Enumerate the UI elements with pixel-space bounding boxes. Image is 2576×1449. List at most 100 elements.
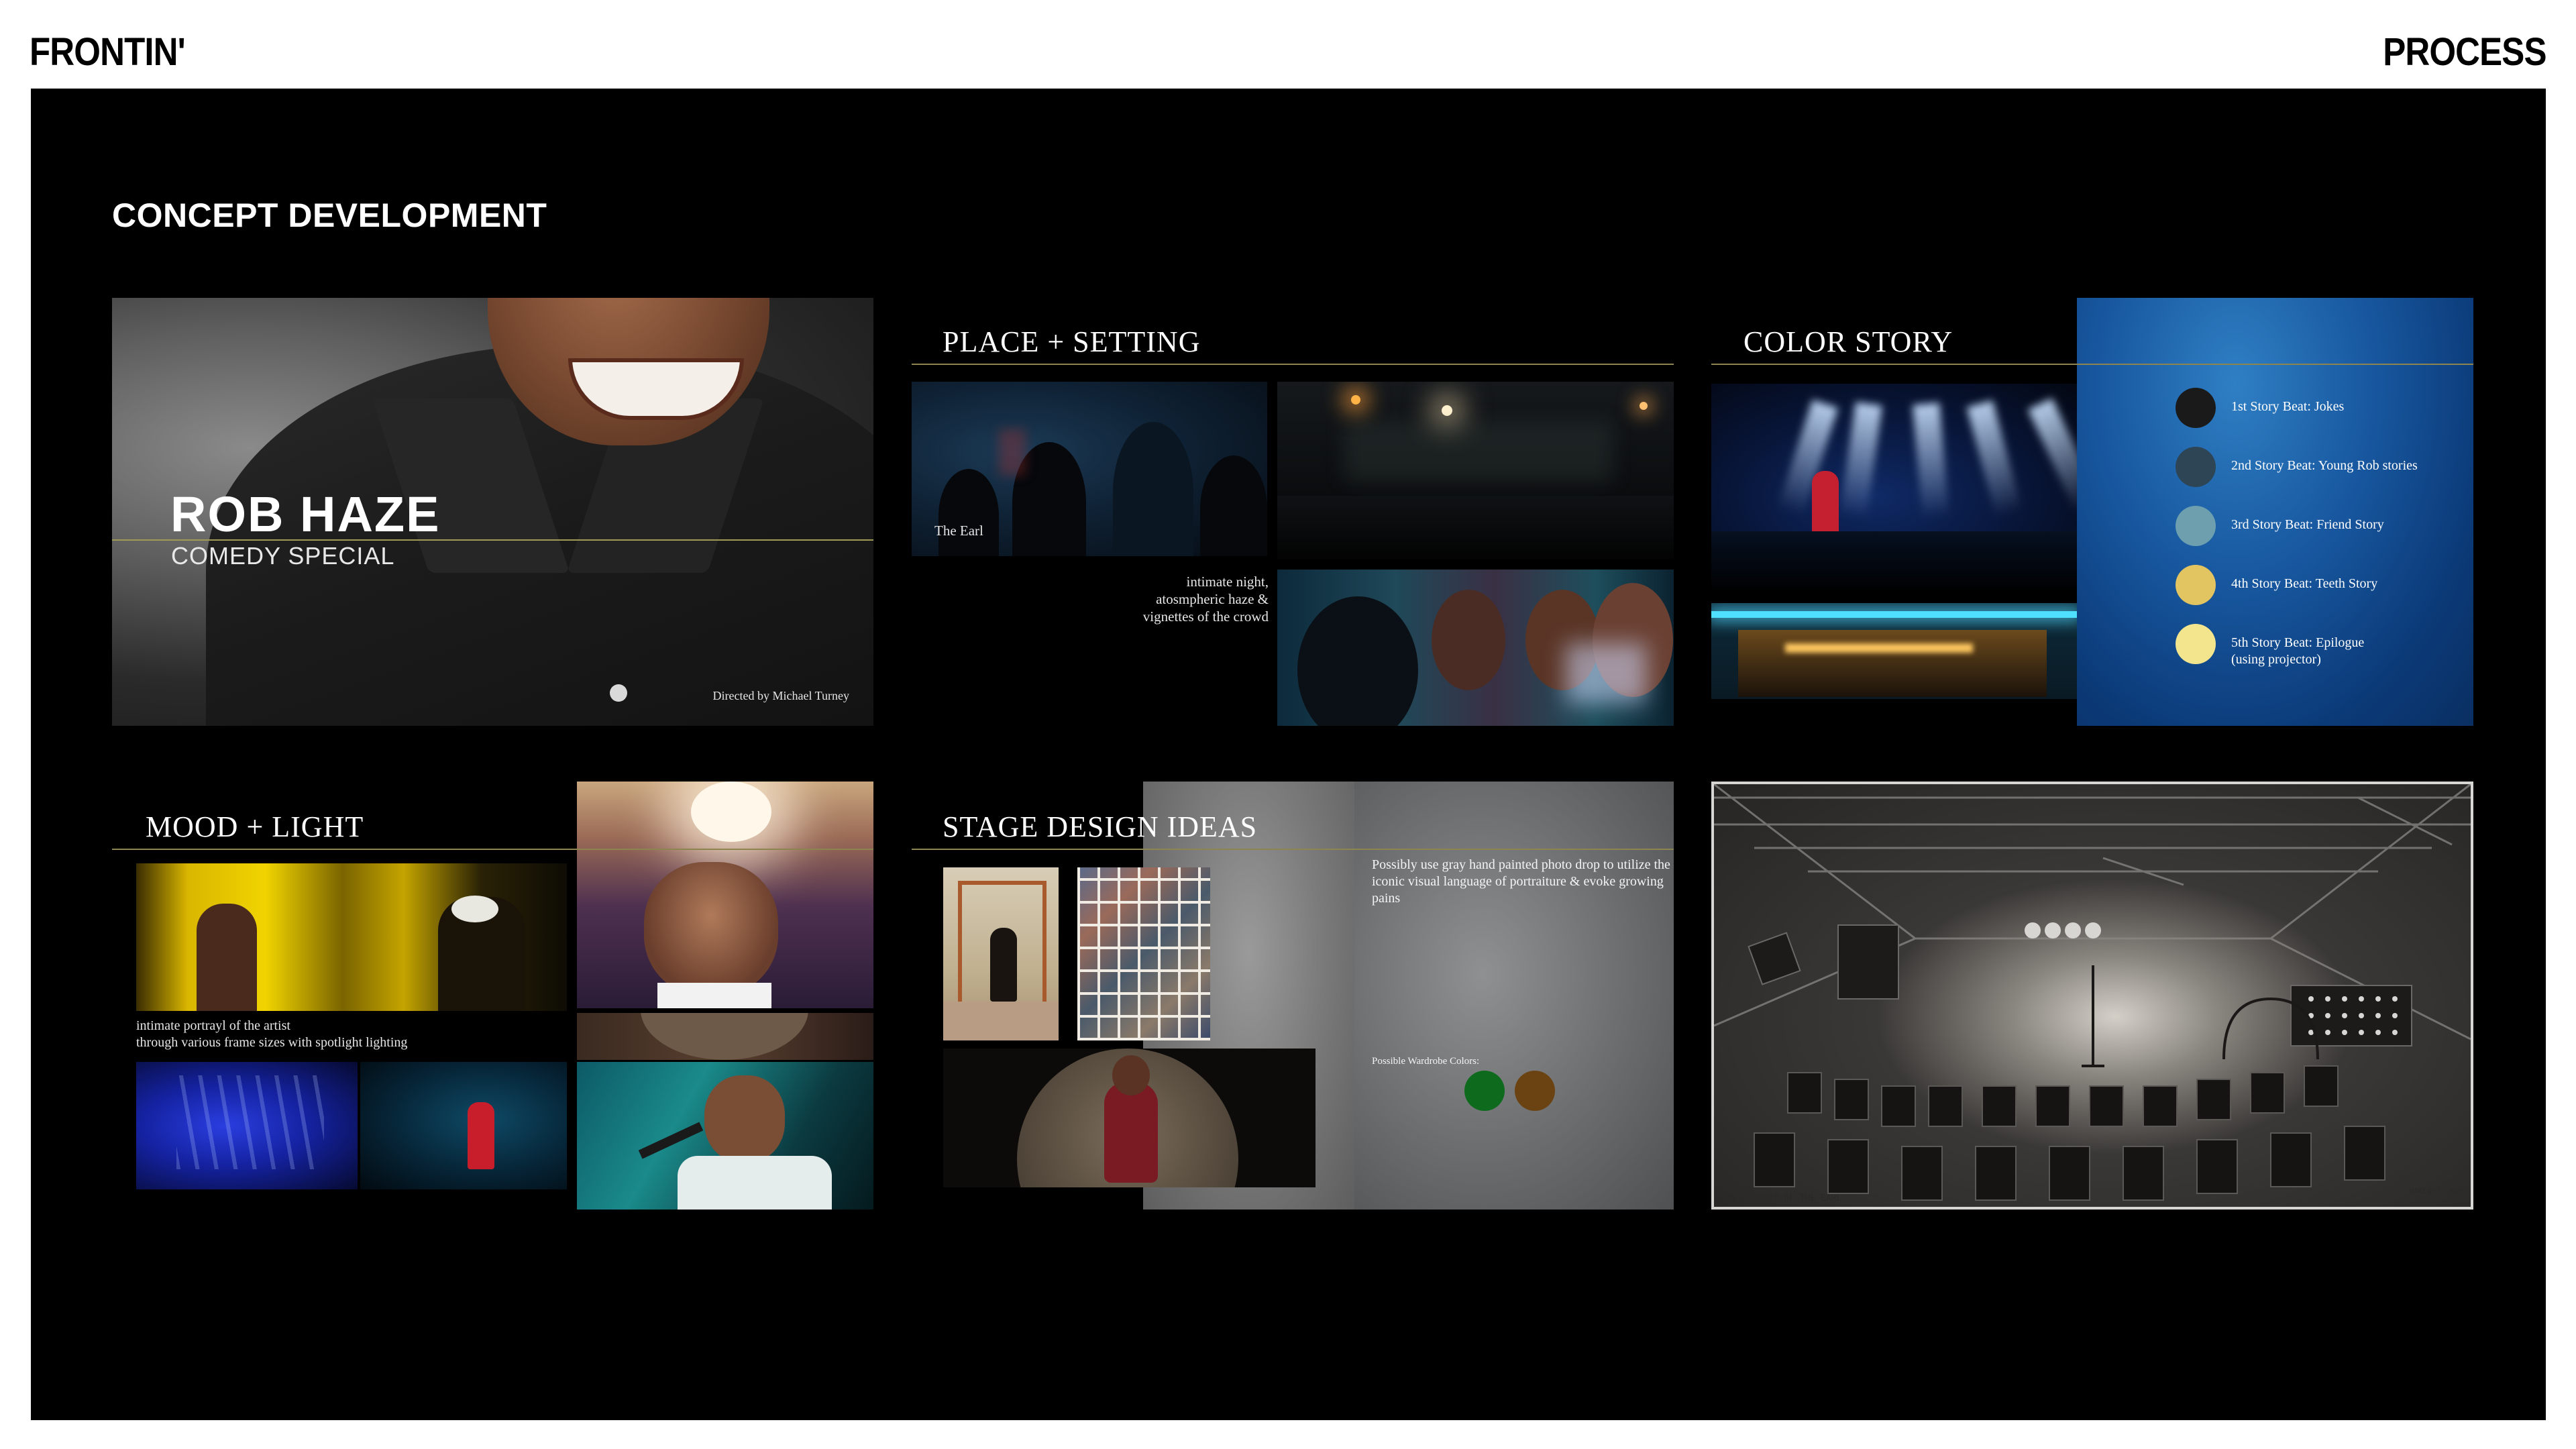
- seated-figure-head: [1112, 1055, 1150, 1095]
- stage-audience: [1711, 531, 2077, 588]
- place-photo-audience: [1277, 570, 1674, 726]
- venue-crowd: [1277, 496, 1674, 559]
- venue-sketch-panel: WIDE SHOT OF THE EARL HAKEN J. ROM: [1711, 782, 2473, 1210]
- mood-photo-yellow: [136, 863, 567, 1011]
- stage-design-title: STAGE DESIGN IDEAS: [943, 810, 1258, 843]
- color-photo-bar: [1711, 603, 2077, 699]
- place-setting-panel: PLACE + SETTING The Earl intimate night,…: [912, 298, 1674, 726]
- sketch-caption-right: HAKEN J. ROM: [2409, 1187, 2463, 1195]
- place-setting-title: PLACE + SETTING: [943, 325, 1201, 358]
- board-title: CONCEPT DEVELOPMENT: [112, 197, 547, 234]
- mood-photo-strip: [577, 1013, 873, 1060]
- color-beat-swatch: [2176, 447, 2216, 487]
- stage-light-beam: [2027, 398, 2077, 513]
- header-title-right: PROCESS: [2383, 30, 2547, 74]
- stage-light-beam: [1966, 400, 2023, 518]
- microphone: [638, 1122, 704, 1159]
- crowd-silhouette: [1113, 422, 1193, 556]
- color-beat-label-line: 1st Story Beat: Jokes: [2231, 399, 2345, 414]
- poster-shirt-button: [610, 684, 627, 702]
- stage-description-line: Possibly use gray hand painted photo dro…: [1372, 857, 1670, 872]
- figure-left: [197, 904, 257, 1011]
- strip-circle: [641, 1013, 808, 1060]
- place-description-line: intimate night,: [1186, 574, 1269, 590]
- mood-light-rule: [112, 849, 873, 850]
- audience-light: [1566, 643, 1646, 704]
- color-story-panel: COLOR STORY 1st Story Beat: Jokes 2nd Sto…: [1711, 298, 2473, 726]
- mood-description-line: intimate portrayl of the artist: [136, 1018, 290, 1033]
- stage-photo-yearbook: [1077, 867, 1210, 1040]
- bar-neon: [1711, 611, 2077, 618]
- mood-photo-blue-stage: [136, 1062, 358, 1189]
- crowd-silhouette: [938, 469, 999, 556]
- portrait-floor-cloth: [943, 1002, 1059, 1040]
- header-title-left: FRONTIN': [30, 30, 186, 74]
- blue-stage-lights: [176, 1075, 324, 1169]
- wardrobe-color-swatch: [1515, 1071, 1555, 1111]
- place-photo-venue: [1277, 382, 1674, 559]
- stage-light-beam: [1839, 402, 1882, 519]
- stage-design-rule: [912, 849, 1674, 850]
- place-description-line: vignettes of the crowd: [1142, 608, 1269, 625]
- wardrobe-color-swatch: [1464, 1071, 1505, 1111]
- mood-photo-spotlight-face: [577, 782, 873, 1008]
- mood-photo-mic: [577, 1062, 873, 1210]
- color-beat-label-line: 4th Story Beat: Teeth Story: [2231, 576, 2378, 591]
- stage-description-line: pains: [1372, 891, 1401, 906]
- place-description-line: atosmpheric haze &: [1156, 591, 1269, 607]
- audience-member: [1297, 596, 1418, 726]
- audience-member: [1432, 590, 1505, 690]
- seated-figure: [1104, 1082, 1158, 1183]
- poster-subtitle: COMEDY SPECIAL: [171, 542, 395, 570]
- stage-wardrobe-label: Possible Wardrobe Colors:: [1372, 1056, 1480, 1067]
- sketch-lines: [1714, 784, 2471, 1201]
- color-photo-stage: [1711, 384, 2077, 588]
- color-story-title: COLOR STORY: [1743, 325, 1953, 358]
- bar-lights: [1785, 643, 1973, 653]
- poster-rule: [112, 539, 873, 541]
- stage-description: Possibly use gray hand painted photo dro…: [1372, 857, 1670, 907]
- mood-photo-red-performer: [360, 1062, 567, 1189]
- color-beat-swatch: [2176, 565, 2216, 605]
- color-beat-label-line: 5th Story Beat: Epilogue: [2231, 635, 2365, 650]
- place-description: intimate night, atosmpheric haze & vigne…: [1113, 573, 1269, 625]
- mood-description: intimate portrayl of the artist through …: [136, 1018, 407, 1051]
- bar-shelf: [1738, 630, 2047, 697]
- stage-gray-backdrop-right: [1354, 782, 1674, 1210]
- mood-description-line: through various frame sizes with spotlig…: [136, 1035, 408, 1050]
- performer-in-red: [1812, 471, 1839, 538]
- stage-light-beam: [1913, 402, 1949, 519]
- color-beat-label: 4th Story Beat: Teeth Story: [2231, 576, 2377, 592]
- color-beat-label: 3rd Story Beat: Friend Story: [2231, 517, 2384, 533]
- color-beat-label-line: 3rd Story Beat: Friend Story: [2231, 517, 2384, 532]
- venue-haze: [1344, 422, 1613, 482]
- stage-photo-circle-backdrop: [943, 1049, 1316, 1187]
- figure-right-hair: [451, 896, 498, 922]
- venue-light: [1442, 405, 1452, 416]
- singer-head: [704, 1075, 785, 1163]
- color-story-rule: [1711, 364, 2473, 365]
- mood-light-title: MOOD + LIGHT: [146, 810, 364, 843]
- color-beat-label: 5th Story Beat: Epilogue (using projector…: [2231, 635, 2364, 668]
- color-beat-label: 1st Story Beat: Jokes: [2231, 398, 2344, 415]
- color-beat-label: 2nd Story Beat: Young Rob stories: [2231, 458, 2418, 474]
- performer-collar: [657, 983, 771, 1008]
- red-light: [999, 429, 1026, 476]
- venue-light: [1351, 395, 1360, 405]
- color-beat-swatch: [2176, 624, 2216, 664]
- mood-light-panel: MOOD + LIGHT intimate portrayl of the ar…: [112, 782, 873, 1210]
- spotlight-glow: [691, 782, 771, 842]
- place-setting-rule: [912, 364, 1674, 365]
- portrait-subject: [990, 928, 1017, 1002]
- color-beat-swatch: [2176, 506, 2216, 546]
- singer-shirt: [678, 1156, 832, 1210]
- presentation-board: CONCEPT DEVELOPMENT ROB HAZE COMEDY SPEC…: [31, 89, 2546, 1420]
- color-beat-label-line: (using projector): [2231, 652, 2321, 667]
- poster-panel: ROB HAZE COMEDY SPECIAL Directed by Mich…: [112, 298, 873, 726]
- red-jacket-figure: [468, 1102, 494, 1169]
- place-venue-label: The Earl: [934, 523, 983, 539]
- performer-face: [644, 862, 778, 996]
- color-beat-swatch: [2176, 388, 2216, 428]
- stage-photo-portrait: [943, 867, 1059, 1040]
- crowd-silhouette: [1200, 455, 1267, 556]
